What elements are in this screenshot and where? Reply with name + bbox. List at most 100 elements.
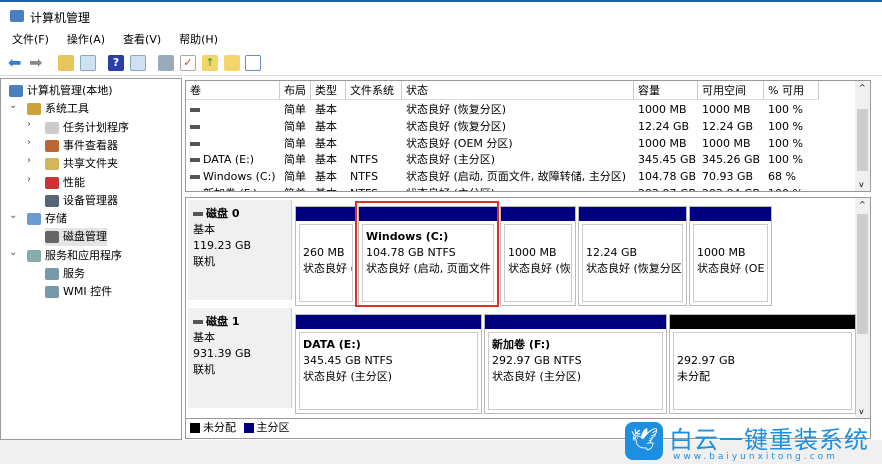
table-cell: 简单: [284, 153, 306, 167]
partition-status: 状态良好 (恢复分区: [586, 262, 682, 275]
storage-icon: [27, 213, 41, 226]
partition[interactable]: 12.24 GB 状态良好 (恢复分区: [578, 206, 687, 306]
table-row[interactable]: 简单 基本 状态良好 (OEM 分区) 1000 MB 1000 MB 100 %: [186, 135, 856, 152]
chevron-right-icon[interactable]: ›: [27, 155, 31, 166]
table-row[interactable]: Windows (C:) 简单 基本 NTFS 状态良好 (启动, 页面文件, 故障转储…: [186, 168, 856, 185]
partition-status: 状态良好 (主分区): [492, 370, 582, 383]
table-cell: 345.26 GB: [702, 153, 761, 167]
tree-item[interactable]: 计算机管理(本地): [9, 82, 113, 100]
chevron-right-icon[interactable]: ›: [27, 174, 31, 185]
show-hide-tree-icon[interactable]: [80, 55, 96, 71]
show-action-pane-icon[interactable]: [130, 55, 146, 71]
tree-item-label: 任务计划程序: [63, 120, 129, 134]
column-header[interactable]: 卷: [186, 81, 280, 100]
disk-name: 磁盘 1: [206, 315, 240, 328]
menu-file[interactable]: 文件(F): [12, 30, 49, 50]
partition[interactable]: DATA (E:) 345.45 GB NTFS 状态良好 (主分区): [295, 314, 482, 414]
tree-item[interactable]: 事件查看器: [45, 137, 118, 155]
disk-label[interactable]: 磁盘 0 基本 119.23 GB 联机: [188, 200, 292, 300]
chevron-down-icon[interactable]: ⌄: [9, 210, 17, 221]
back-icon[interactable]: ⬅: [8, 55, 24, 71]
table-cell: 状态良好 (恢复分区): [406, 103, 507, 116]
table-cell: 状态良好 (主分区): [406, 153, 496, 167]
disk-view-scrollbar[interactable]: ^ v: [855, 198, 870, 418]
table-row[interactable]: 简单 基本 状态良好 (恢复分区) 1000 MB 1000 MB 100 %: [186, 101, 856, 118]
chevron-right-icon[interactable]: ›: [27, 119, 31, 130]
chevron-right-icon[interactable]: ›: [27, 137, 31, 148]
disk-size: 931.39 GB: [193, 347, 252, 360]
column-header[interactable]: 布局: [280, 81, 311, 100]
table-cell: 状态良好 (恢复分区): [406, 119, 507, 133]
connect-icon[interactable]: [158, 55, 174, 71]
partition[interactable]: 260 MB 状态良好 (: [295, 206, 357, 306]
tree-item-label: 事件查看器: [63, 138, 118, 152]
tools-icon: [27, 103, 41, 116]
partition[interactable]: 1000 MB 状态良好 (OE: [689, 206, 772, 306]
partition-size: 345.45 GB NTFS: [303, 354, 393, 367]
legend-unallocated: 未分配: [203, 421, 236, 434]
partition-status: 状态良好 (: [303, 262, 353, 275]
partition[interactable]: 292.97 GB 未分配: [669, 314, 856, 414]
tree-item[interactable]: 共享文件夹: [45, 155, 118, 173]
tree-item[interactable]: 性能: [45, 174, 85, 192]
disk-size: 119.23 GB: [193, 239, 252, 252]
column-header[interactable]: 文件系统: [346, 81, 402, 100]
table-cell: 104.78 GB: [638, 170, 697, 184]
table-cell: 状态良好 (主分区): [406, 187, 495, 191]
disk-status: 联机: [193, 255, 215, 268]
forward-icon[interactable]: ➡: [29, 55, 45, 71]
help-icon[interactable]: ?: [108, 55, 124, 71]
partition-type-bar: [501, 207, 575, 221]
partition-status: 状态良好 (主分区): [303, 370, 393, 383]
table-row[interactable]: 新加卷 (F:) 简单 基本 NTFS 状态良好 (主分区) 292.97 GB 292.8…: [186, 185, 856, 191]
tree-item[interactable]: 服务和应用程序: [27, 247, 122, 265]
tree-item[interactable]: 系统工具: [27, 100, 89, 118]
chevron-down-icon[interactable]: ⌄: [9, 247, 17, 258]
tree-item-label: 设备管理器: [63, 193, 118, 207]
partition-title: DATA (E:): [303, 338, 361, 351]
table-row[interactable]: DATA (E:) 简单 基本 NTFS 状态良好 (主分区) 345.45 GB 345.…: [186, 151, 856, 168]
table-cell: 基本: [315, 187, 337, 191]
column-header[interactable]: 可用空间: [698, 81, 764, 100]
column-header[interactable]: % 可用: [764, 81, 819, 100]
table-row[interactable]: 简单 基本 状态良好 (恢复分区) 12.24 GB 12.24 GB 100 %: [186, 118, 856, 135]
clock-icon: [45, 121, 59, 134]
tree-item[interactable]: 任务计划程序: [45, 119, 129, 137]
volume-icon: [190, 158, 200, 163]
tree-item-label: 服务和应用程序: [45, 248, 122, 262]
partition-size: 292.97 GB NTFS: [492, 354, 582, 367]
partition-title: 新加卷 (F:): [492, 338, 551, 351]
tree-item[interactable]: 磁盘管理: [45, 228, 107, 247]
partition[interactable]: 新加卷 (F:) 292.97 GB NTFS 状态良好 (主分区): [484, 314, 667, 414]
table-cell: 100 %: [768, 187, 803, 191]
search-folder-icon[interactable]: [224, 55, 240, 71]
title-bar: 计算机管理: [0, 0, 882, 30]
tree-item[interactable]: 服务: [45, 265, 85, 283]
wmi-icon: [45, 286, 59, 299]
table-cell: 1000 MB: [638, 136, 687, 150]
tree-item[interactable]: 存储: [27, 210, 67, 228]
chevron-down-icon[interactable]: ⌄: [9, 100, 17, 111]
partition-type-bar: [579, 207, 686, 221]
menu-help[interactable]: 帮助(H): [179, 30, 218, 50]
column-header[interactable]: 状态: [402, 81, 634, 100]
tree-item-label: 系统工具: [45, 102, 89, 116]
disk-label[interactable]: 磁盘 1 基本 931.39 GB 联机: [188, 308, 292, 408]
tree-item[interactable]: WMI 控件: [45, 283, 112, 301]
import-icon[interactable]: ↑: [202, 55, 218, 71]
menu-view[interactable]: 查看(V): [123, 30, 161, 50]
menu-action[interactable]: 操作(A): [67, 30, 105, 50]
partition-type-bar: [690, 207, 771, 221]
table-cell: NTFS: [350, 153, 379, 167]
column-header[interactable]: 类型: [311, 81, 346, 100]
tree-item[interactable]: 设备管理器: [45, 192, 118, 210]
volume-list-scrollbar[interactable]: ^ v: [855, 81, 870, 191]
partition[interactable]: 1000 MB 状态良好 (恢复: [500, 206, 576, 306]
partition-size: 12.24 GB: [586, 246, 638, 259]
column-header[interactable]: 容量: [634, 81, 698, 100]
up-folder-icon[interactable]: [58, 55, 74, 71]
check-icon[interactable]: ✓: [180, 55, 196, 71]
table-cell: 状态良好 (OEM 分区): [406, 136, 513, 150]
properties-icon[interactable]: [245, 55, 261, 71]
toolbar: ⬅ ➡ ? ✓ ↑: [0, 50, 882, 76]
